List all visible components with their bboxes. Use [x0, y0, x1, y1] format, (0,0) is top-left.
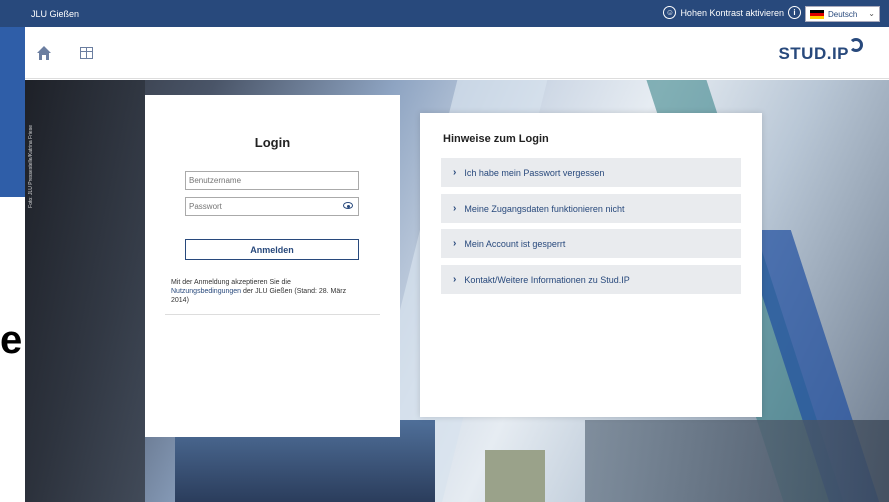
german-flag-icon	[810, 9, 824, 19]
hint-label: Mein Account ist gesperrt	[464, 238, 566, 249]
accessibility-icon: ☺	[663, 6, 677, 19]
login-title: Login	[254, 135, 291, 150]
header: STUD.IP	[0, 27, 889, 79]
divider	[165, 314, 380, 315]
studip-logo[interactable]: STUD.IP	[778, 44, 849, 64]
chevron-right-icon: ›	[453, 238, 457, 249]
terms-notice: Mit der Anmeldung akzeptieren Sie die Nu…	[171, 278, 361, 305]
high-contrast-toggle[interactable]: ☺ Hohen Kontrast aktivieren i	[663, 6, 801, 19]
chevron-right-icon: ›	[453, 203, 457, 214]
language-label: Deutsch	[828, 9, 858, 19]
hint-account-locked[interactable]: › Mein Account ist gesperrt	[441, 229, 741, 258]
hint-contact[interactable]: › Kontakt/Weitere Informationen zu Stud.…	[441, 265, 741, 294]
background-letter: e	[0, 318, 23, 362]
chevron-right-icon: ›	[453, 167, 457, 178]
hint-label: Ich habe mein Passwort vergessen	[464, 167, 605, 178]
top-bar: JLU Gießen ☺ Hohen Kontrast aktivieren i…	[0, 0, 889, 27]
password-input[interactable]	[185, 197, 359, 216]
hints-title: Hinweise zum Login	[443, 133, 549, 145]
terms-link[interactable]: Nutzungsbedingungen	[171, 288, 241, 295]
hint-label: Meine Zugangsdaten funktionieren nicht	[464, 203, 625, 214]
home-icon[interactable]	[36, 45, 52, 61]
chevron-right-icon: ›	[453, 274, 457, 285]
login-button[interactable]: Anmelden	[185, 239, 359, 260]
site-name[interactable]: JLU Gießen	[31, 9, 79, 19]
studip-logo-mark-icon	[849, 38, 863, 52]
high-contrast-label[interactable]: Hohen Kontrast aktivieren	[680, 8, 784, 18]
info-icon[interactable]: i	[788, 6, 801, 19]
hint-forgot-password[interactable]: › Ich habe mein Passwort vergessen	[441, 158, 741, 187]
login-hints-panel: Hinweise zum Login › Ich habe mein Passw…	[420, 113, 762, 417]
terms-prefix: Mit der Anmeldung akzeptieren Sie die	[171, 279, 291, 286]
photo-credit: Foto: JLU Pressestelle/Katrina Friese	[28, 125, 34, 208]
username-input[interactable]	[185, 171, 359, 190]
hint-credentials-not-working[interactable]: › Meine Zugangsdaten funktionieren nicht	[441, 194, 741, 223]
hint-label: Kontakt/Weitere Informationen zu Stud.IP	[464, 274, 630, 285]
language-select[interactable]: Deutsch ⌄	[805, 6, 880, 22]
login-panel: Login Anmelden Mit der Anmeldung akzepti…	[145, 95, 400, 437]
schedule-icon[interactable]	[80, 47, 93, 59]
chevron-down-icon: ⌄	[868, 9, 875, 18]
background-blue-panel	[0, 27, 25, 197]
show-password-eye-icon[interactable]	[343, 202, 353, 209]
